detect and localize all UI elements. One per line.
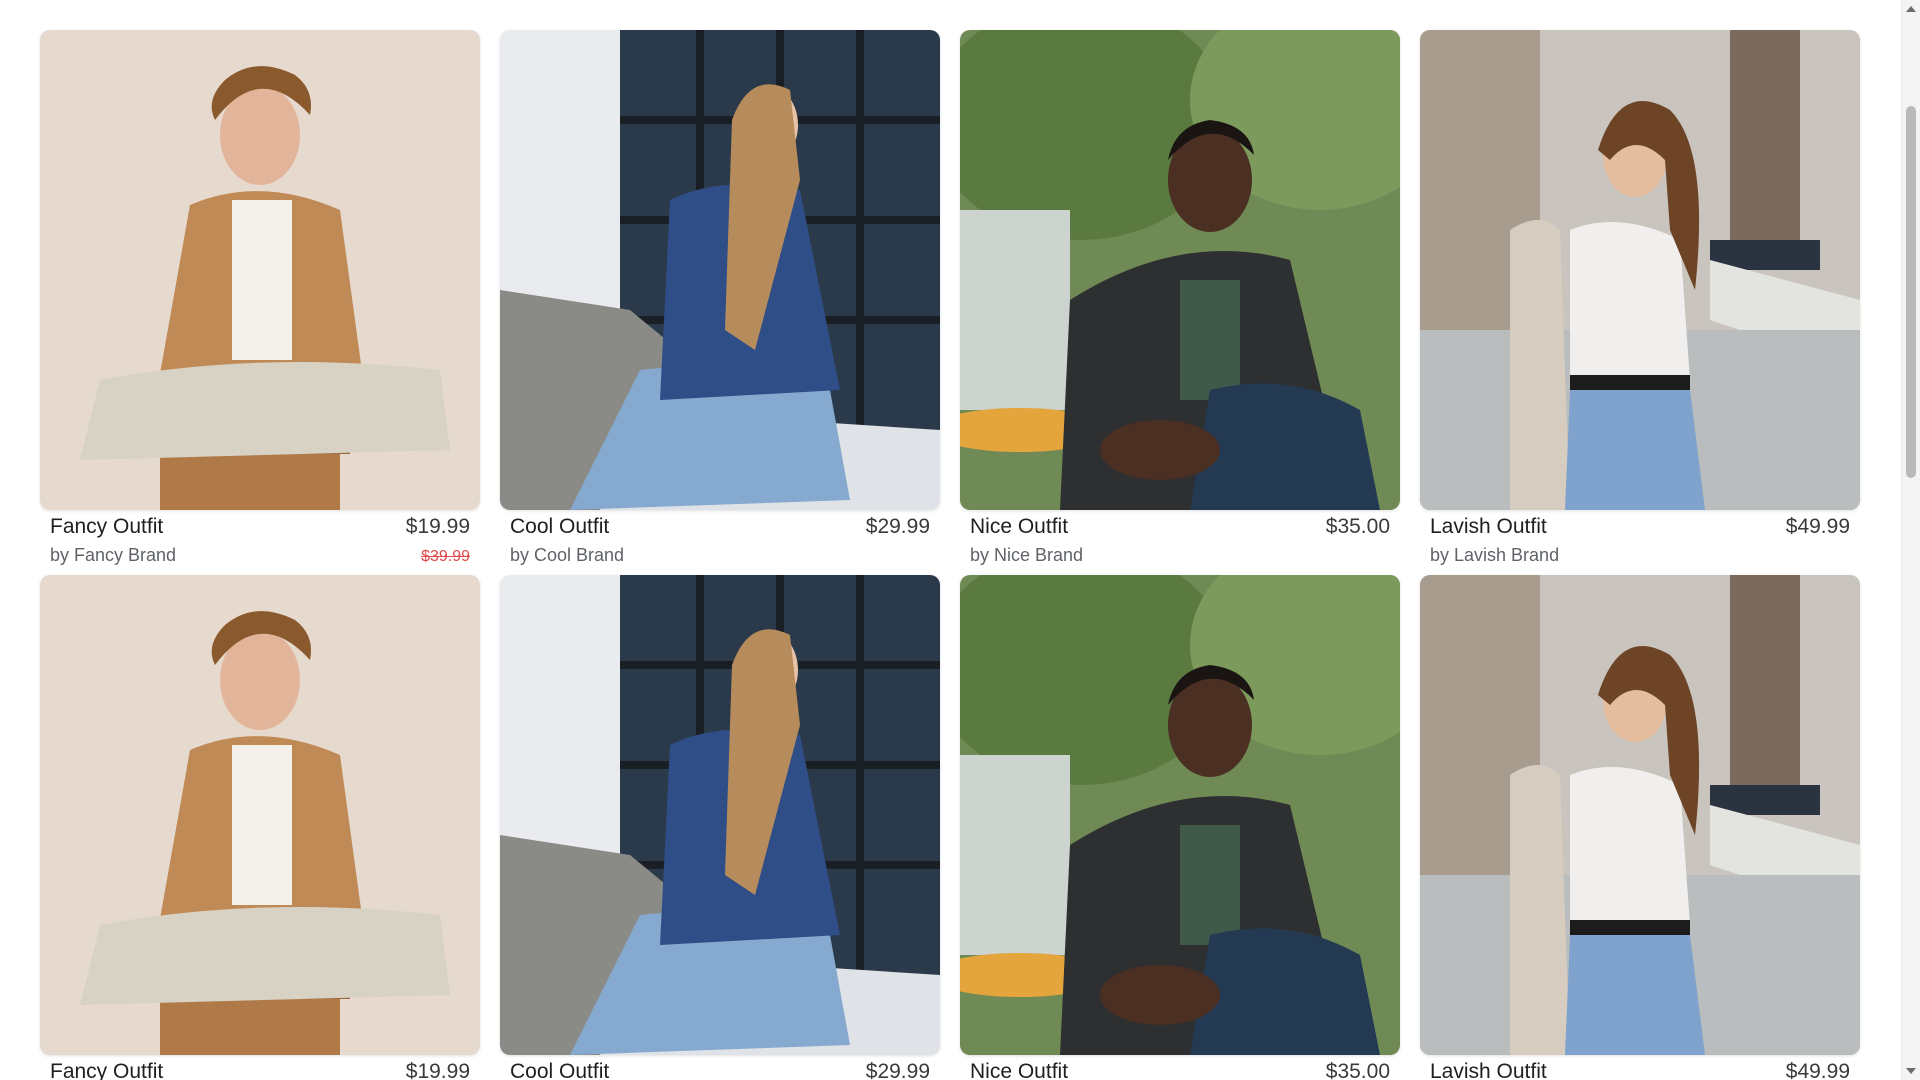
lavish-outfit-photo[interactable] — [1420, 575, 1860, 1055]
product-title[interactable]: Fancy Outfit — [50, 1060, 163, 1080]
product-price: $49.99 — [1785, 1060, 1850, 1080]
product-title[interactable]: Cool Outfit — [510, 1060, 609, 1080]
scrollbar-thumb[interactable] — [1906, 106, 1916, 478]
product-card-fancy-outfit[interactable]: Fancy Outfit $19.99 — [40, 575, 480, 1080]
product-title[interactable]: Cool Outfit — [510, 515, 609, 539]
product-price: $19.99 — [405, 1060, 470, 1080]
product-card-fancy-outfit[interactable]: Fancy Outfit $19.99 by Fancy Brand $39.9… — [40, 30, 480, 567]
product-brand: by Lavish Brand — [1430, 545, 1560, 565]
product-price: $29.99 — [865, 1060, 930, 1080]
product-card-cool-outfit[interactable]: Cool Outfit $29.99 by Cool Brand — [500, 30, 940, 567]
lavish-outfit-photo[interactable] — [1420, 30, 1860, 510]
product-title[interactable]: Nice Outfit — [970, 1060, 1068, 1080]
product-card-lavish-outfit[interactable]: Lavish Outfit $49.99 — [1420, 575, 1860, 1080]
product-price: $35.00 — [1325, 515, 1390, 538]
cool-outfit-photo[interactable] — [500, 575, 940, 1055]
product-brand: by Fancy Brand — [50, 545, 177, 565]
product-original-price: $39.99 — [421, 548, 470, 565]
product-card-cool-outfit[interactable]: Cool Outfit $29.99 — [500, 575, 940, 1080]
product-brand: by Cool Brand — [510, 545, 625, 565]
product-grid-page: Fancy Outfit $19.99 by Fancy Brand $39.9… — [0, 0, 1920, 1080]
product-card-nice-outfit[interactable]: Nice Outfit $35.00 — [960, 575, 1400, 1080]
product-brand: by Nice Brand — [970, 545, 1084, 565]
scroll-up-arrow-icon[interactable] — [1906, 6, 1916, 12]
product-title[interactable]: Lavish Outfit — [1430, 1060, 1547, 1080]
cool-outfit-photo[interactable] — [500, 30, 940, 510]
vertical-scrollbar[interactable] — [1901, 0, 1920, 1080]
product-card-lavish-outfit[interactable]: Lavish Outfit $49.99 by Lavish Brand — [1420, 30, 1860, 567]
fancy-outfit-photo[interactable] — [40, 30, 480, 510]
product-title[interactable]: Fancy Outfit — [50, 515, 163, 539]
product-title[interactable]: Lavish Outfit — [1430, 515, 1547, 539]
product-card-nice-outfit[interactable]: Nice Outfit $35.00 by Nice Brand — [960, 30, 1400, 567]
nice-outfit-photo[interactable] — [960, 575, 1400, 1055]
scroll-down-arrow-icon[interactable] — [1906, 1068, 1916, 1074]
product-grid: Fancy Outfit $19.99 by Fancy Brand $39.9… — [40, 30, 1860, 1080]
product-price: $19.99 — [405, 515, 470, 538]
product-price: $49.99 — [1785, 515, 1850, 538]
product-title[interactable]: Nice Outfit — [970, 515, 1068, 539]
nice-outfit-photo[interactable] — [960, 30, 1400, 510]
product-price: $29.99 — [865, 515, 930, 538]
product-price: $35.00 — [1325, 1060, 1390, 1080]
fancy-outfit-photo[interactable] — [40, 575, 480, 1055]
